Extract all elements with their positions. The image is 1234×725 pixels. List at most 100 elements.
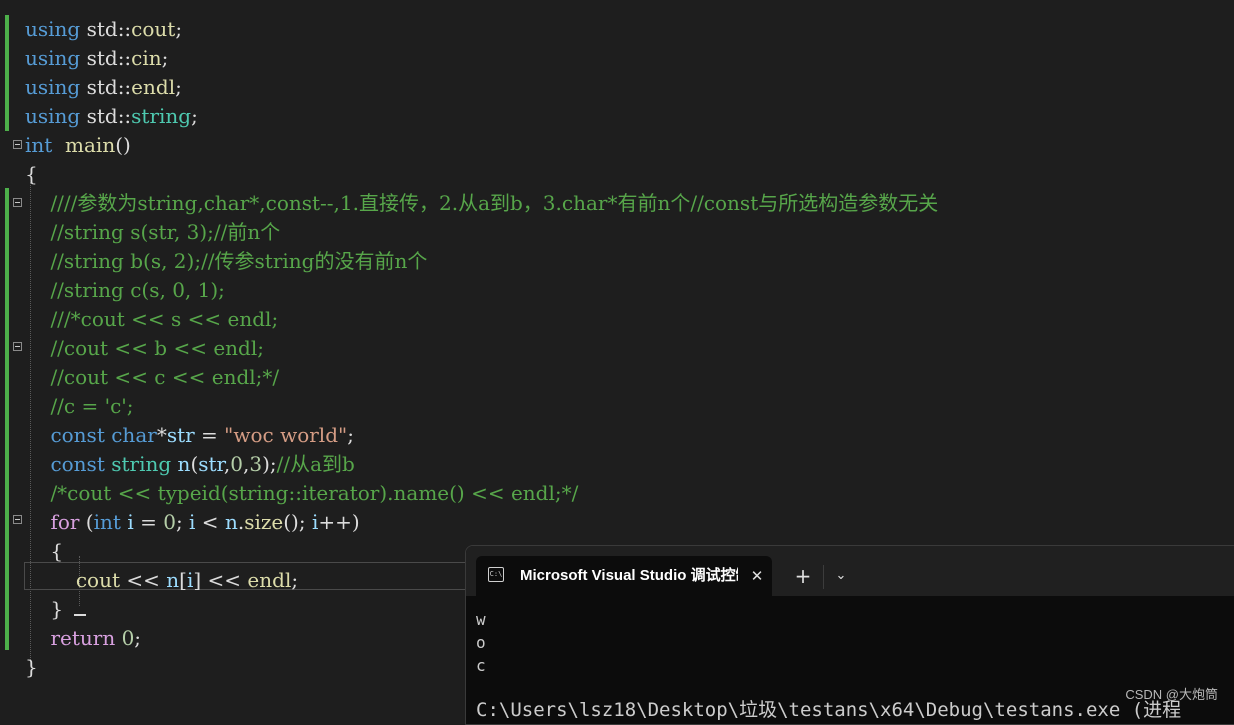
code-token: using <box>25 46 81 70</box>
code-token: ; <box>134 626 142 650</box>
code-token: //从a到b <box>276 452 355 476</box>
code-token: const <box>50 423 105 447</box>
code-token: //string c(s, 0, 1); <box>50 278 225 302</box>
code-token: = <box>133 510 164 534</box>
change-bar <box>5 188 9 650</box>
code-line: { <box>25 537 63 566</box>
code-token: ; <box>191 104 198 128</box>
code-line: using std::string; <box>25 102 198 131</box>
code-token: } <box>25 597 64 621</box>
tab-title: Microsoft Visual Studio 调试控制台 <box>520 567 738 584</box>
code-token: std:: <box>80 46 132 70</box>
code-token: ++) <box>318 510 360 534</box>
code-token: ////参数为string,char*,const--,1.直接传，2.从a到b… <box>50 191 939 215</box>
code-line: //cout << c << endl;*/ <box>25 363 279 392</box>
code-line: ////参数为string,char*,const--,1.直接传，2.从a到b… <box>25 189 938 218</box>
code-line: /*cout << typeid(string::iterator).name(… <box>25 479 578 508</box>
code-line: //string s(str, 3);//前n个 <box>25 218 280 247</box>
terminal-tab[interactable]: C:\ Microsoft Visual Studio 调试控制台 ✕ <box>476 556 772 596</box>
code-line: //string b(s, 2);//传参string的没有前n个 <box>25 247 427 276</box>
code-token: ; <box>347 423 354 447</box>
code-token: "woc world" <box>224 423 348 447</box>
code-token: ; <box>291 568 299 592</box>
output-line: o <box>476 633 486 652</box>
code-token: 0 <box>121 626 135 650</box>
code-token: ); <box>262 452 277 476</box>
fold-toggle-icon[interactable] <box>13 140 22 149</box>
code-line: //string c(s, 0, 1); <box>25 276 225 305</box>
tab-separator <box>823 565 824 589</box>
code-line: ///*cout << s << endl; <box>25 305 278 334</box>
code-token: ; <box>175 75 182 99</box>
code-token: //c = 'c'; <box>50 394 134 418</box>
code-token: 0 <box>163 510 176 534</box>
change-bar <box>5 15 9 131</box>
code-token: { <box>25 539 64 563</box>
code-line: return 0; <box>25 624 141 653</box>
code-token: * <box>156 423 167 447</box>
code-token: //string b(s, 2);//传参string的没有前n个 <box>50 249 428 273</box>
code-line: const char*str = "woc world"; <box>25 421 354 450</box>
terminal-output: w o c C:\Users\lsz18\Desktop\垃圾\testans\… <box>476 608 1234 724</box>
code-token: ] << <box>193 568 248 592</box>
new-tab-button[interactable]: + <box>792 565 814 587</box>
code-token: for <box>50 510 80 534</box>
output-line: w <box>476 610 486 629</box>
code-token: int <box>93 510 121 534</box>
code-token: str <box>166 423 195 447</box>
code-line: using std::cin; <box>25 44 168 73</box>
code-token: //cout << b << endl; <box>50 336 264 360</box>
code-line: const string n(str,0,3);//从a到b <box>25 450 355 479</box>
code-line: for (int i = 0; i < n.size(); i++) <box>25 508 360 537</box>
code-token: return <box>50 626 116 650</box>
code-token: endl <box>131 75 176 99</box>
code-line: } <box>25 653 38 682</box>
output-line: c <box>476 656 486 675</box>
fold-toggle-icon[interactable] <box>13 515 22 524</box>
chevron-down-icon[interactable]: ⌄ <box>830 565 852 587</box>
code-line: using std::endl; <box>25 73 182 102</box>
code-token: 3 <box>249 452 263 476</box>
code-token: n <box>177 452 191 476</box>
code-token: << <box>120 568 167 592</box>
code-token: ; <box>161 46 169 70</box>
code-line: cout << n[i] << endl; <box>25 566 298 595</box>
close-icon[interactable]: ✕ <box>748 565 766 587</box>
terminal-tab-bar: C:\ Microsoft Visual Studio 调试控制台 ✕ + ⌄ <box>466 546 1234 596</box>
code-token: } <box>25 655 38 679</box>
code-token: string <box>111 452 172 476</box>
code-token: char <box>111 423 157 447</box>
code-line: //cout << b << endl; <box>25 334 264 363</box>
code-token: string <box>131 104 192 128</box>
code-line: { <box>25 160 38 189</box>
code-token: (); <box>283 510 312 534</box>
code-line: } <box>25 595 63 624</box>
code-token: = <box>194 423 225 447</box>
exit-path-line: C:\Users\lsz18\Desktop\垃圾\testans\x64\De… <box>476 699 1182 721</box>
code-token: /*cout << typeid(string::iterator).name(… <box>50 481 579 505</box>
code-token: str <box>198 452 224 476</box>
debug-console-window[interactable]: C:\ Microsoft Visual Studio 调试控制台 ✕ + ⌄ … <box>465 545 1234 725</box>
code-line: //c = 'c'; <box>25 392 134 421</box>
code-token: //cout << c << endl;*/ <box>50 365 280 389</box>
fold-toggle-icon[interactable] <box>13 198 22 207</box>
code-token: n <box>166 568 180 592</box>
code-token: () <box>115 133 131 157</box>
code-token: { <box>25 162 38 186</box>
code-token: using <box>25 104 81 128</box>
code-token: std:: <box>80 17 132 41</box>
code-token: int <box>25 133 53 157</box>
fold-toggle-icon[interactable] <box>13 342 22 351</box>
code-token: cout <box>75 568 121 592</box>
